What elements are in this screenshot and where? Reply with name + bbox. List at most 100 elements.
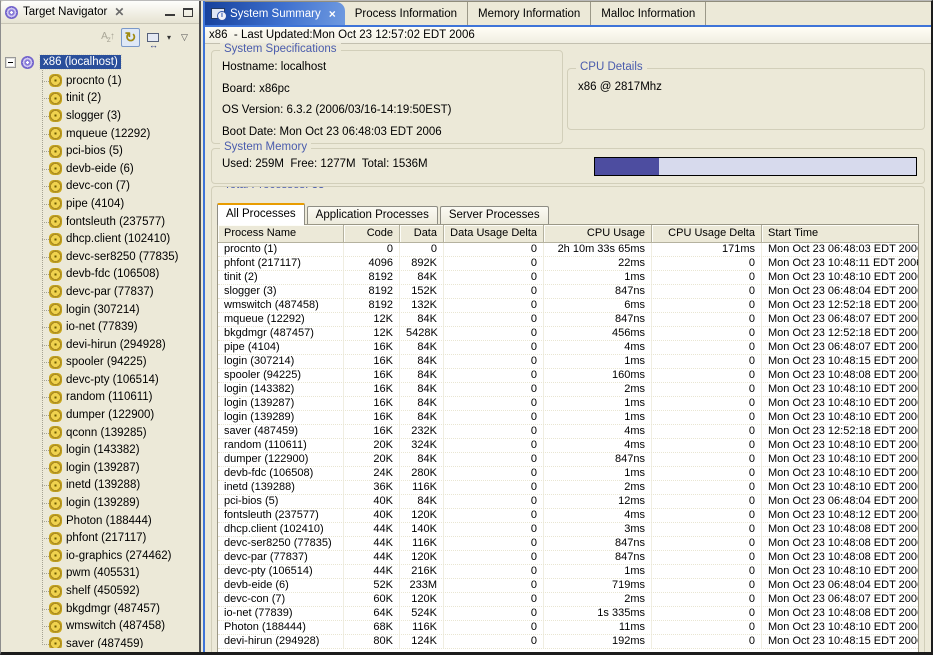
tree-item[interactable]: fontsleuth (237577) [6,213,197,231]
tree-item[interactable]: login (143382) [6,441,197,459]
table-cell: procnto (1) [218,243,344,256]
sort-az-button[interactable]: Az↑ [98,28,117,47]
table-row[interactable]: spooler (94225)16K84K0160ms0Mon Oct 23 1… [218,369,918,383]
layout-dropdown-icon[interactable]: ▾ [167,33,171,42]
tree-root-row[interactable]: x86 (localhost) [6,53,197,71]
tree-item[interactable]: login (139287) [6,459,197,477]
tree-item[interactable]: pwm (405531) [6,565,197,583]
tree-item[interactable]: devb-fdc (106508) [6,266,197,284]
tree-item[interactable]: slogger (3) [6,107,197,125]
tree-item[interactable]: tinit (2) [6,90,197,108]
tab-system-summary[interactable]: System Summary × [205,2,345,25]
column-header-process-name[interactable]: Process Name [218,225,344,242]
table-row[interactable]: dhcp.client (102410)44K140K03ms0Mon Oct … [218,523,918,537]
layout-button[interactable] [144,28,163,47]
table-row[interactable]: io-net (77839)64K524K01s 335ms0Mon Oct 2… [218,607,918,621]
tree-item[interactable]: pipe (4104) [6,195,197,213]
table-row[interactable]: devc-pty (106514)44K216K01ms0Mon Oct 23 … [218,565,918,579]
table-row[interactable]: tinit (2)819284K01ms0Mon Oct 23 10:48:10… [218,271,918,285]
tree-item[interactable]: shelf (450592) [6,582,197,600]
tree-item[interactable]: dumper (122900) [6,406,197,424]
table-row[interactable]: devc-par (77837)44K120K0847ns0Mon Oct 23… [218,551,918,565]
tree-item[interactable]: inetd (139288) [6,477,197,495]
panel-close-icon[interactable]: ✕ [114,5,124,19]
tree-item[interactable]: bkgdmgr (487457) [6,600,197,618]
table-row[interactable]: random (110611)20K324K04ms0Mon Oct 23 10… [218,439,918,453]
column-header-code[interactable]: Code [344,225,400,242]
tree-item[interactable]: devc-par (77837) [6,283,197,301]
tree-item[interactable]: Photon (188444) [6,512,197,530]
table-cell: dumper (122900) [218,453,344,466]
table-cell: Mon Oct 23 10:48:10 EDT 2006 [762,397,918,410]
tree-item[interactable]: qconn (139285) [6,424,197,442]
table-row[interactable]: devi-hirun (294928)80K124K0192ms0Mon Oct… [218,635,918,649]
table-row[interactable]: slogger (3)8192152K0847ns0Mon Oct 23 06:… [218,285,918,299]
tree-item[interactable]: login (307214) [6,301,197,319]
tree-item[interactable]: devc-con (7) [6,178,197,196]
tree-item[interactable]: saver (487459) [6,635,197,648]
table-row[interactable]: procnto (1)0002h 10m 33s 65ms171msMon Oc… [218,243,918,257]
tree-item[interactable]: devb-eide (6) [6,160,197,178]
table-row[interactable]: login (307214)16K84K01ms0Mon Oct 23 10:4… [218,355,918,369]
column-header-start-time[interactable]: Start Time [762,225,918,242]
maximize-icon[interactable] [183,8,193,17]
process-gear-icon [50,603,61,614]
tree-root-label[interactable]: x86 (localhost) [40,55,121,69]
column-header-data-usage-delta[interactable]: Data Usage Delta [444,225,544,242]
tree-item[interactable]: devc-ser8250 (77835) [6,248,197,266]
tree-item[interactable]: random (110611) [6,389,197,407]
table-row[interactable]: pci-bios (5)40K84K012ms0Mon Oct 23 06:48… [218,495,918,509]
tree-item[interactable]: devi-hirun (294928) [6,336,197,354]
tab-memory-information[interactable]: Memory Information [468,2,591,25]
tree-item[interactable]: login (139289) [6,494,197,512]
process-gear-icon [50,198,61,209]
table-row[interactable]: wmswitch (487458)8192132K06ms0Mon Oct 23… [218,299,918,313]
tree-item[interactable]: devc-pty (106514) [6,371,197,389]
tree-item-label: wmswitch (487458) [66,620,165,632]
table-row[interactable]: phfont (217117)4096892K022ms0Mon Oct 23 … [218,257,918,271]
table-row[interactable]: mqueue (12292)12K84K0847ns0Mon Oct 23 06… [218,313,918,327]
table-row[interactable]: devc-ser8250 (77835)44K116K0847ns0Mon Oc… [218,537,918,551]
table-row[interactable]: inetd (139288)36K116K02ms0Mon Oct 23 10:… [218,481,918,495]
tab-process-information[interactable]: Process Information [345,2,468,25]
process-gear-icon [50,216,61,227]
table-row[interactable]: dumper (122900)20K84K0847ns0Mon Oct 23 1… [218,453,918,467]
table-row[interactable]: pipe (4104)16K84K04ms0Mon Oct 23 06:48:0… [218,341,918,355]
tree-item[interactable]: phfont (217117) [6,529,197,547]
tree-item[interactable]: mqueue (12292) [6,125,197,143]
tab-application-processes[interactable]: Application Processes [307,206,438,225]
tree-item[interactable]: pci-bios (5) [6,142,197,160]
refresh-button[interactable]: ↻ [121,28,140,47]
tab-all-processes[interactable]: All Processes [217,203,305,225]
table-row[interactable]: Photon (188444)68K116K011ms0Mon Oct 23 1… [218,621,918,635]
tree-item[interactable]: wmswitch (487458) [6,617,197,635]
tree-item-label: dumper (122900) [66,409,154,421]
table-row[interactable]: devb-fdc (106508)24K280K01ms0Mon Oct 23 … [218,467,918,481]
tree-item[interactable]: spooler (94225) [6,354,197,372]
table-row[interactable]: fontsleuth (237577)40K120K04ms0Mon Oct 2… [218,509,918,523]
minimize-icon[interactable] [165,8,175,16]
table-row[interactable]: devc-con (7)60K120K02ms0Mon Oct 23 06:48… [218,593,918,607]
column-header-data[interactable]: Data [400,225,444,242]
table-row[interactable]: bkgdmgr (487457)12K5428K0456ms0Mon Oct 2… [218,327,918,341]
collapse-expander-icon[interactable] [6,58,15,67]
tab-malloc-information[interactable]: Malloc Information [591,2,706,25]
table-row[interactable]: login (139287)16K84K01ms0Mon Oct 23 10:4… [218,397,918,411]
tree-item-label: devc-par (77837) [66,286,154,298]
column-header-cpu-usage[interactable]: CPU Usage [544,225,652,242]
tree-item[interactable]: io-net (77839) [6,318,197,336]
table-cell: 0 [652,635,762,648]
view-menu-button[interactable]: ▽ [175,28,194,47]
column-header-cpu-usage-delta[interactable]: CPU Usage Delta [652,225,762,242]
table-cell: 1s 335ms [544,607,652,620]
tab-close-icon[interactable]: × [329,7,336,21]
tab-server-processes[interactable]: Server Processes [440,206,549,225]
table-row[interactable]: login (143382)16K84K02ms0Mon Oct 23 10:4… [218,383,918,397]
tree-item[interactable]: dhcp.client (102410) [6,230,197,248]
table-row[interactable]: saver (487459)16K232K04ms0Mon Oct 23 12:… [218,425,918,439]
table-cell: devb-fdc (106508) [218,467,344,480]
table-row[interactable]: devb-eide (6)52K233M0719ms0Mon Oct 23 06… [218,579,918,593]
tree-item[interactable]: io-graphics (274462) [6,547,197,565]
tree-item[interactable]: procnto (1) [6,72,197,90]
table-row[interactable]: login (139289)16K84K01ms0Mon Oct 23 10:4… [218,411,918,425]
